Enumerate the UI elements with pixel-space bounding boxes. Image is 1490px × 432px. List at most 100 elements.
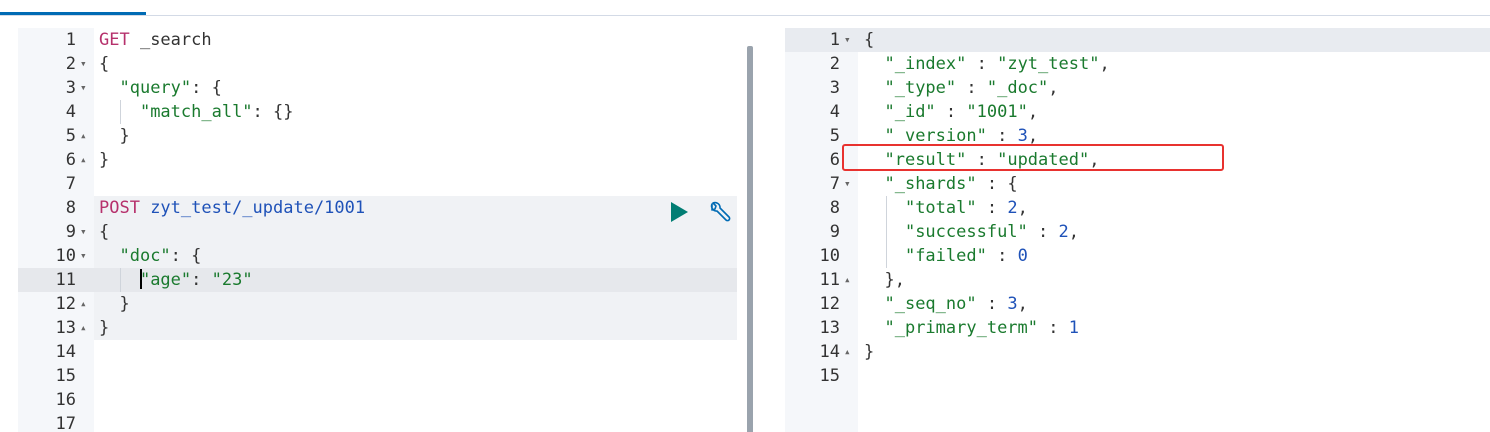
token: , bbox=[1027, 126, 1039, 146]
code-line[interactable]: 15 bbox=[785, 364, 1490, 388]
fold-open-icon[interactable]: ▾ bbox=[80, 76, 87, 100]
token: "_type" bbox=[884, 78, 957, 98]
line-number: 11 bbox=[819, 270, 840, 290]
active-tab-indicator[interactable] bbox=[0, 12, 146, 15]
code-line[interactable]: 4 "_id" : "1001", bbox=[785, 100, 1490, 124]
code-line[interactable]: 7 ▾ "_shards" : { bbox=[785, 172, 1490, 196]
code-line[interactable]: 13 "_primary_term" : 1 bbox=[785, 316, 1490, 340]
code-line[interactable]: 1 GET _search bbox=[18, 28, 758, 52]
fold-close-icon[interactable]: ▴ bbox=[844, 268, 851, 292]
request-editor[interactable]: 1 GET _search 2 ▾{3 ▾ "query": {4 "match_all… bbox=[18, 28, 758, 432]
token: : { bbox=[170, 246, 202, 266]
token: "failed" bbox=[904, 246, 987, 266]
code-text: POST zyt_test/_update/1001 bbox=[99, 196, 365, 220]
token: "_index" bbox=[884, 54, 967, 74]
token: "query" bbox=[119, 78, 192, 98]
wrench-icon[interactable] bbox=[706, 200, 732, 226]
token: }, bbox=[864, 270, 905, 290]
fold-close-icon[interactable]: ▴ bbox=[80, 124, 87, 148]
line-number: 5 bbox=[65, 126, 76, 146]
result-annotation-box bbox=[842, 144, 1224, 171]
code-text: "age": "23" bbox=[99, 268, 253, 292]
line-number: 6 bbox=[829, 150, 840, 170]
code-line[interactable]: 11 "age": "23" bbox=[18, 268, 758, 292]
token: 0 bbox=[1017, 246, 1028, 266]
line-number: 10 bbox=[55, 246, 76, 266]
response-viewer: 1 ▾ {2 "_index" : "zyt_test", 3 "_type" : "… bbox=[785, 28, 1490, 432]
code-line[interactable]: 10 "failed" : 0 bbox=[785, 244, 1490, 268]
token: , bbox=[1048, 78, 1059, 98]
token: GET bbox=[99, 30, 130, 50]
fold-open-icon[interactable]: ▾ bbox=[80, 220, 87, 244]
code-line[interactable]: 14 ▴} bbox=[785, 340, 1490, 364]
fold-close-icon[interactable]: ▴ bbox=[80, 148, 87, 172]
token: 1 bbox=[1068, 318, 1079, 338]
line-number: 9 bbox=[829, 222, 840, 242]
token: , bbox=[1027, 102, 1039, 122]
code-line[interactable]: 12 "_seq_no" : 3, bbox=[785, 292, 1490, 316]
code-text: "match_all": {} bbox=[99, 100, 294, 124]
token: : bbox=[986, 126, 1018, 146]
token: } bbox=[99, 126, 130, 146]
line-number: 1 bbox=[65, 30, 76, 50]
code-line[interactable]: 3 ▾ "query": { bbox=[18, 76, 758, 100]
token: : bbox=[966, 54, 998, 74]
token: } bbox=[99, 318, 110, 338]
fold-open-icon[interactable]: ▾ bbox=[844, 28, 851, 52]
code-line[interactable]: 4 "match_all": {} bbox=[18, 100, 758, 124]
fold-close-icon[interactable]: ▴ bbox=[80, 292, 87, 316]
code-text: "_seq_no" : 3, bbox=[864, 292, 1027, 316]
code-line[interactable]: 2 "_index" : "zyt_test", bbox=[785, 52, 1490, 76]
code-line[interactable]: 10 ▾ "doc": { bbox=[18, 244, 758, 268]
fold-open-icon[interactable]: ▾ bbox=[80, 244, 87, 268]
token: "_seq_no" bbox=[884, 294, 977, 314]
code-line[interactable]: 9 ▾ { bbox=[18, 220, 758, 244]
code-line[interactable]: 17 bbox=[18, 412, 758, 432]
token: : bbox=[976, 198, 1008, 218]
token: "doc" bbox=[119, 246, 171, 266]
line-number: 14 bbox=[55, 342, 76, 362]
top-tab-bar bbox=[0, 0, 1490, 16]
line-number: 15 bbox=[55, 366, 76, 386]
request-scrollbar[interactable] bbox=[747, 46, 753, 432]
line-number: 3 bbox=[65, 78, 76, 98]
token: } bbox=[99, 150, 110, 170]
fold-open-icon[interactable]: ▾ bbox=[844, 172, 851, 196]
play-icon[interactable] bbox=[668, 201, 690, 223]
code-line[interactable]: 15 bbox=[18, 364, 758, 388]
fold-close-icon[interactable]: ▴ bbox=[844, 340, 851, 364]
code-text: { bbox=[99, 52, 109, 76]
code-line[interactable]: 7 bbox=[18, 172, 758, 196]
token: "_version" bbox=[884, 126, 987, 146]
token: "_id" bbox=[884, 102, 936, 122]
token: { bbox=[864, 30, 875, 50]
code-line[interactable]: 1 ▾ { bbox=[785, 28, 1490, 52]
code-line[interactable]: 6 ▴} bbox=[18, 148, 758, 172]
code-line[interactable]: 3 "_type" : "_doc", bbox=[785, 76, 1490, 100]
token: , bbox=[1099, 54, 1110, 74]
code-line[interactable]: 13 ▴} bbox=[18, 316, 758, 340]
code-line[interactable]: 2 ▾ { bbox=[18, 52, 758, 76]
code-text: "_type" : "_doc", bbox=[864, 76, 1059, 100]
code-text: }, bbox=[864, 268, 905, 292]
code-line[interactable]: 9 "successful" : 2, bbox=[785, 220, 1490, 244]
fold-close-icon[interactable]: ▴ bbox=[80, 316, 87, 340]
line-number: 13 bbox=[819, 318, 840, 338]
line-number: 16 bbox=[55, 390, 76, 410]
fold-open-icon[interactable]: ▾ bbox=[80, 52, 87, 76]
code-line[interactable]: 11 ▴ }, bbox=[785, 268, 1490, 292]
line-number: 13 bbox=[55, 318, 76, 338]
code-line[interactable]: 14 bbox=[18, 340, 758, 364]
code-line[interactable]: 12 ▴ } bbox=[18, 292, 758, 316]
code-line[interactable]: 8 "total" : 2, bbox=[785, 196, 1490, 220]
line-number: 5 bbox=[829, 126, 840, 146]
code-line[interactable]: 8 POST zyt_test/_update/1001 bbox=[18, 196, 758, 220]
token: 2 bbox=[1058, 222, 1069, 242]
code-line[interactable]: 16 bbox=[18, 388, 758, 412]
code-line[interactable]: 5 ▴ } bbox=[18, 124, 758, 148]
